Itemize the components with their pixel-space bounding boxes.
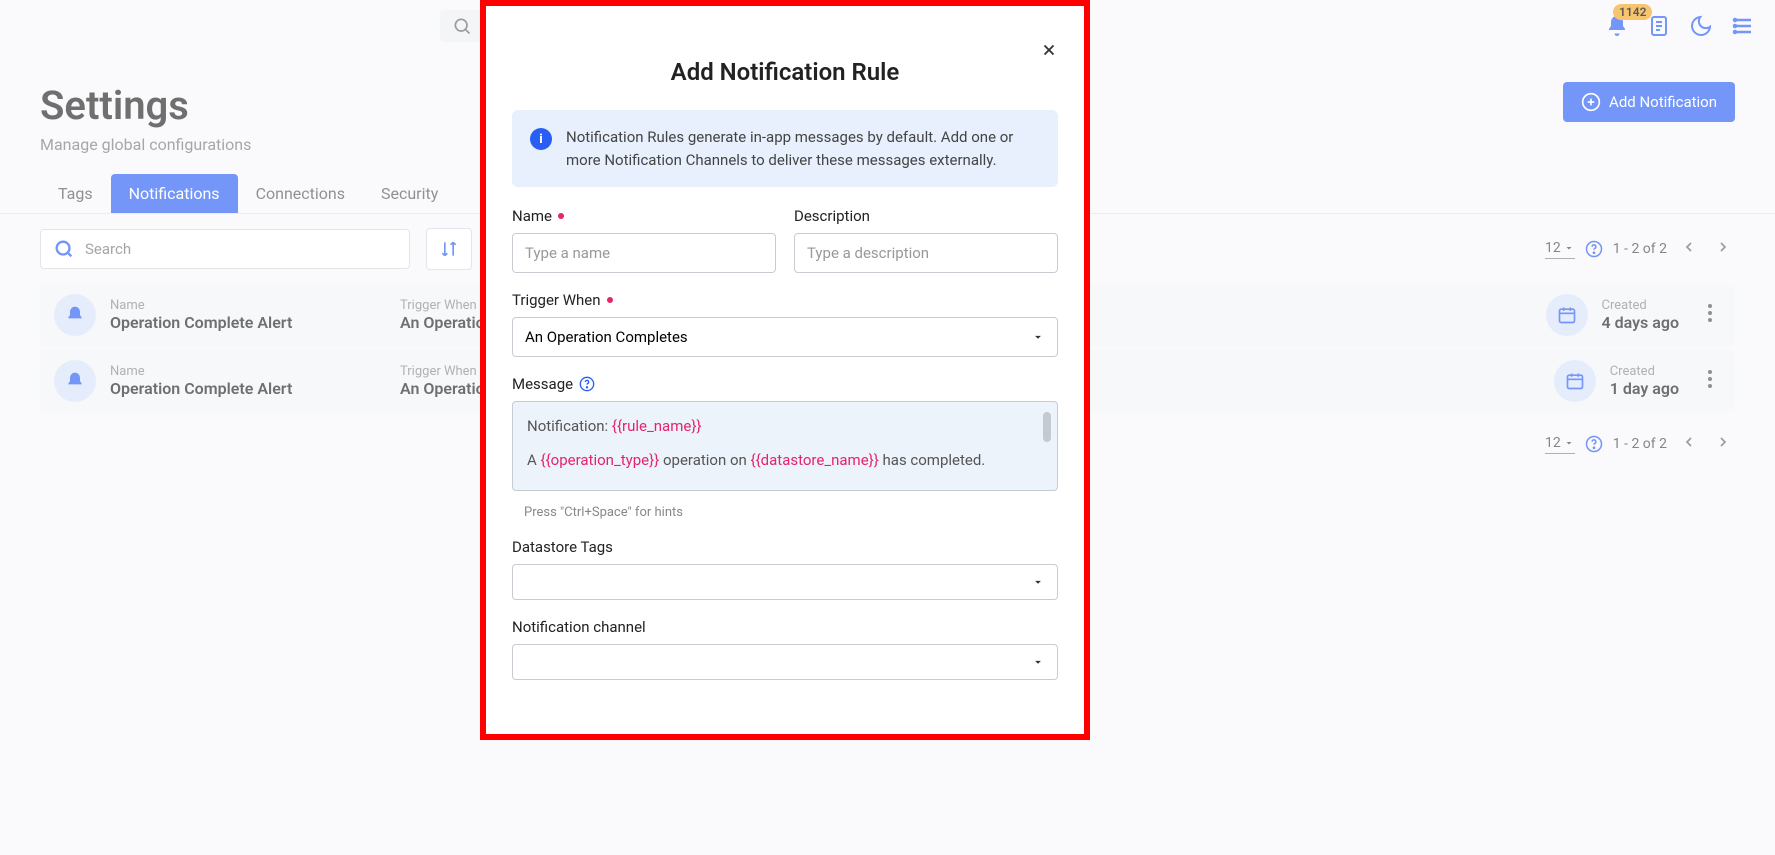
- required-indicator: [607, 297, 613, 303]
- channel-select[interactable]: [512, 644, 1058, 680]
- datastore-tags-label: Datastore Tags: [512, 538, 1058, 556]
- caret-down-icon: [1031, 330, 1045, 344]
- close-button[interactable]: [1040, 40, 1058, 65]
- caret-down-icon: [1031, 575, 1045, 589]
- message-hint: Press "Ctrl+Space" for hints: [512, 505, 1058, 520]
- name-input[interactable]: [512, 233, 776, 273]
- help-icon[interactable]: [579, 376, 595, 392]
- modal-title: Add Notification Rule: [486, 58, 1084, 86]
- close-icon: [1040, 41, 1058, 59]
- trigger-label: Trigger When: [512, 291, 1058, 309]
- info-icon: i: [530, 128, 552, 150]
- scrollbar[interactable]: [1043, 412, 1051, 442]
- description-label: Description: [794, 207, 1058, 225]
- caret-down-icon: [1031, 655, 1045, 669]
- channel-label: Notification channel: [512, 618, 1058, 636]
- name-label: Name: [512, 207, 776, 225]
- description-input[interactable]: [794, 233, 1058, 273]
- info-text: Notification Rules generate in-app messa…: [566, 126, 1040, 171]
- datastore-tags-select[interactable]: [512, 564, 1058, 600]
- add-notification-modal: Add Notification Rule i Notification Rul…: [480, 0, 1090, 740]
- message-label: Message: [512, 375, 1058, 393]
- info-banner: i Notification Rules generate in-app mes…: [512, 110, 1058, 187]
- required-indicator: [558, 213, 564, 219]
- trigger-selected-value: An Operation Completes: [525, 328, 688, 346]
- trigger-select[interactable]: An Operation Completes: [512, 317, 1058, 357]
- message-editor[interactable]: Notification: {{rule_name}} A {{operatio…: [512, 401, 1058, 491]
